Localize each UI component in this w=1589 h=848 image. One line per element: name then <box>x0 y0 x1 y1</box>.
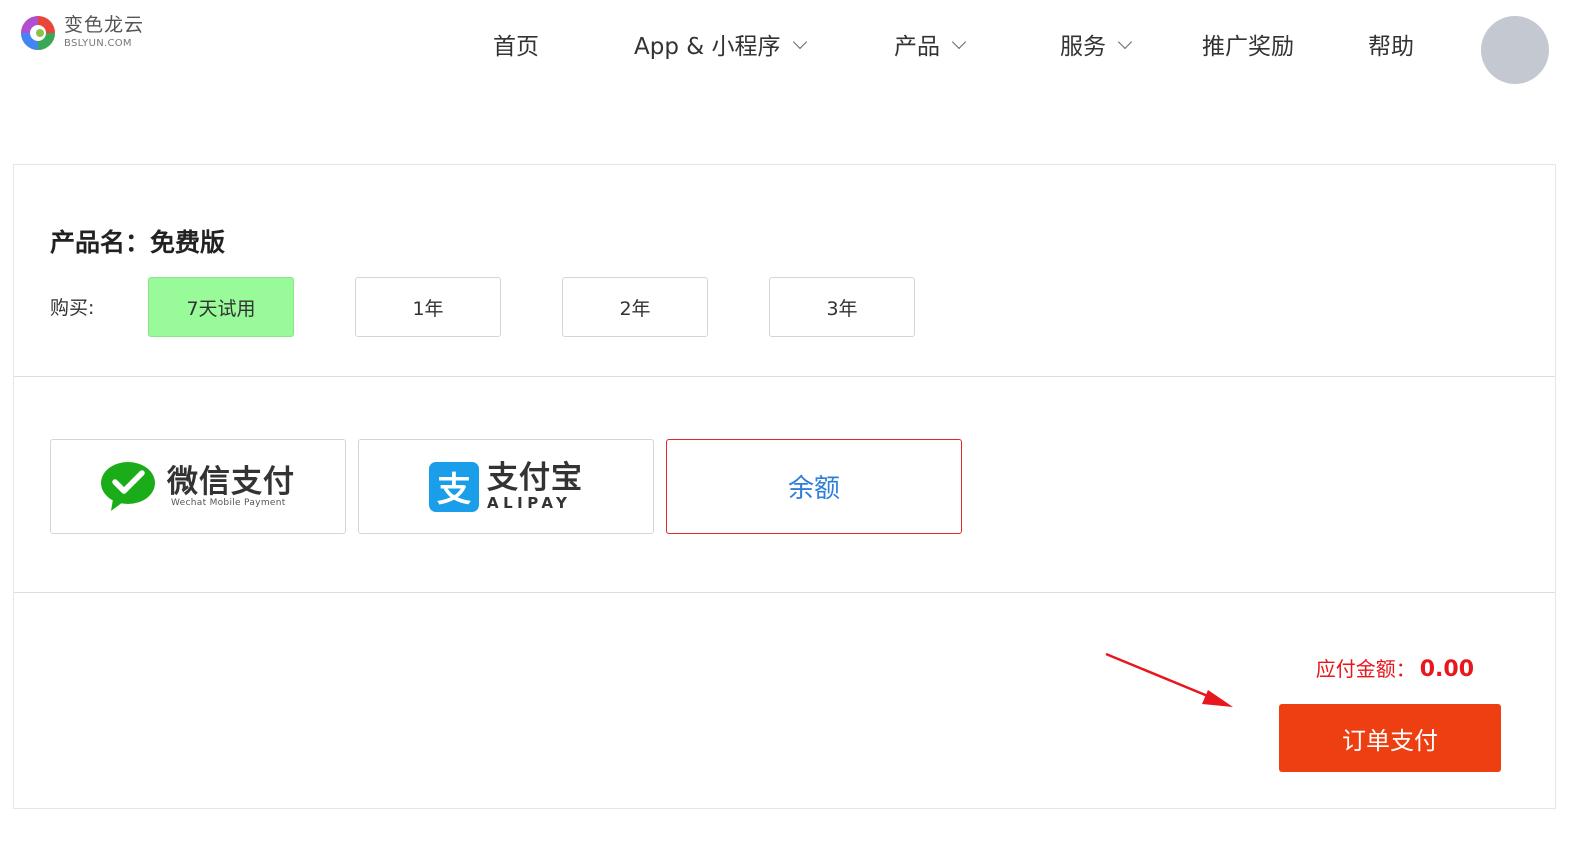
duration-option-1year[interactable]: 1年 <box>355 277 501 337</box>
chameleon-logo-icon <box>21 16 55 50</box>
nav-item-referral-rewards[interactable]: 推广奖励 <box>1202 30 1294 64</box>
nav-item-products[interactable]: 产品 <box>894 30 967 64</box>
duration-option-label: 3年 <box>826 297 858 320</box>
order-pay-button-label: 订单支付 <box>1342 726 1438 755</box>
wechat-pay-label: 微信支付 <box>167 463 295 500</box>
nav-item-label: 产品 <box>894 34 940 60</box>
nav-item-label: 服务 <box>1060 34 1106 60</box>
order-card: 产品名：免费版 购买: 7天试用 1年 2年 3年 微信支付 Wechat Mo… <box>13 164 1556 809</box>
alipay-option[interactable]: 支 支付宝 ALIPAY <box>358 439 654 534</box>
duration-option-3year[interactable]: 3年 <box>769 277 915 337</box>
chevron-down-icon <box>1117 34 1133 50</box>
brand-logo[interactable]: 变色龙云 BSLYUN.COM <box>18 12 158 56</box>
balance-payment-option[interactable]: 余额 <box>666 439 962 534</box>
nav-item-home[interactable]: 首页 <box>493 30 539 64</box>
duration-option-label: 1年 <box>412 297 444 320</box>
product-title: 产品名：免费版 <box>50 228 226 257</box>
nav-item-label: 帮助 <box>1368 34 1414 60</box>
section-divider <box>14 592 1555 593</box>
brand-name: 变色龙云 <box>64 14 145 36</box>
alipay-label: 支付宝 <box>487 459 583 496</box>
nav-item-help[interactable]: 帮助 <box>1368 30 1414 64</box>
wechat-pay-sublabel: Wechat Mobile Payment <box>171 497 286 508</box>
wechat-pay-icon <box>101 461 155 511</box>
alipay-logo: 支 支付宝 ALIPAY <box>429 459 583 512</box>
amount-due-value: 0.00 <box>1419 657 1474 682</box>
nav-item-label: 推广奖励 <box>1202 34 1294 60</box>
duration-option-label: 2年 <box>619 297 651 320</box>
nav-item-label: App & 小程序 <box>634 34 781 60</box>
chevron-down-icon <box>792 34 807 50</box>
order-pay-button[interactable]: 订单支付 <box>1279 704 1501 772</box>
wechat-pay-logo: 微信支付 Wechat Mobile Payment <box>101 461 295 513</box>
nav-item-label: 首页 <box>493 34 539 60</box>
user-avatar[interactable] <box>1481 16 1549 84</box>
amount-due: 应付金额： 0.00 <box>1316 653 1474 682</box>
wechat-pay-option[interactable]: 微信支付 Wechat Mobile Payment <box>50 439 346 534</box>
nav-item-services[interactable]: 服务 <box>1060 30 1133 64</box>
duration-option-2year[interactable]: 2年 <box>562 277 708 337</box>
alipay-sublabel: ALIPAY <box>487 493 572 512</box>
duration-option-7day-trial[interactable]: 7天试用 <box>148 277 294 337</box>
brand-domain: BSLYUN.COM <box>64 38 132 49</box>
duration-option-label: 7天试用 <box>186 297 256 320</box>
nav-item-app-miniprogram[interactable]: App & 小程序 <box>634 30 807 64</box>
amount-due-label: 应付金额： <box>1315 657 1416 681</box>
section-divider <box>14 376 1555 377</box>
balance-payment-label: 余额 <box>787 474 840 504</box>
chevron-down-icon <box>951 34 967 50</box>
buy-label: 购买: <box>50 297 95 319</box>
alipay-icon: 支 <box>429 461 479 512</box>
